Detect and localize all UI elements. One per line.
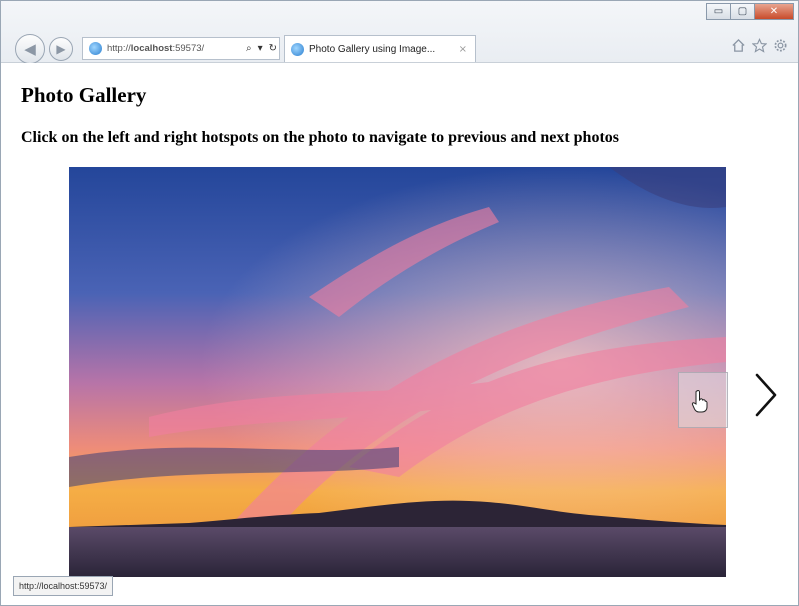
page-title: Photo Gallery [21,83,147,107]
window-controls: ▭ ▢ ✕ [706,3,794,20]
page-content: Photo Gallery Click on the left and righ… [1,63,798,605]
tab-site-icon [291,42,304,56]
address-tools: ⌕ ▾ ↻ [243,43,279,54]
browser-window: ▭ ▢ ✕ ◀ ▶ http://localhost:59573/ ⌕ ▾ ↻ … [0,0,799,606]
dropdown-icon[interactable]: ▾ [258,43,263,54]
minimize-button[interactable]: ▭ [706,3,730,20]
address-bar[interactable]: http://localhost:59573/ ⌕ ▾ ↻ [82,37,280,60]
sunset-photo [69,167,726,577]
forward-arrow-icon: ▶ [56,42,66,56]
back-arrow-icon: ◀ [24,40,36,58]
close-button[interactable]: ✕ [754,3,794,20]
search-icon[interactable]: ⌕ [246,43,252,54]
back-button[interactable]: ◀ [15,34,45,64]
star-icon[interactable] [752,38,767,53]
next-arrow-icon[interactable] [753,371,779,419]
status-bar-url: http://localhost:59573/ [19,581,108,591]
maximize-button[interactable]: ▢ [730,3,754,20]
page-instructions: Click on the left and right hotspots on … [21,129,619,146]
gear-icon[interactable] [773,38,788,53]
address-url-host: localhost [130,43,173,54]
home-icon[interactable] [731,38,746,53]
browser-toolbar [731,38,788,53]
tab-photo-gallery[interactable]: Photo Gallery using Image... × [284,35,476,62]
site-icon [89,42,102,55]
tab-close-icon[interactable]: × [459,44,467,55]
browser-chrome: ▭ ▢ ✕ ◀ ▶ http://localhost:59573/ ⌕ ▾ ↻ … [1,1,798,64]
refresh-icon[interactable]: ↻ [269,43,277,54]
address-url-rest: :59573/ [172,43,205,54]
next-hotspot[interactable] [678,372,728,428]
forward-button[interactable]: ▶ [49,37,73,61]
tab-title: Photo Gallery using Image... [309,43,436,55]
status-bar: http://localhost:59573/ [13,576,114,596]
address-url-prefix: http:// [107,43,131,54]
hand-cursor-icon [691,389,708,413]
gallery-photo[interactable] [69,167,726,577]
address-url[interactable]: http://localhost:59573/ [107,43,240,54]
